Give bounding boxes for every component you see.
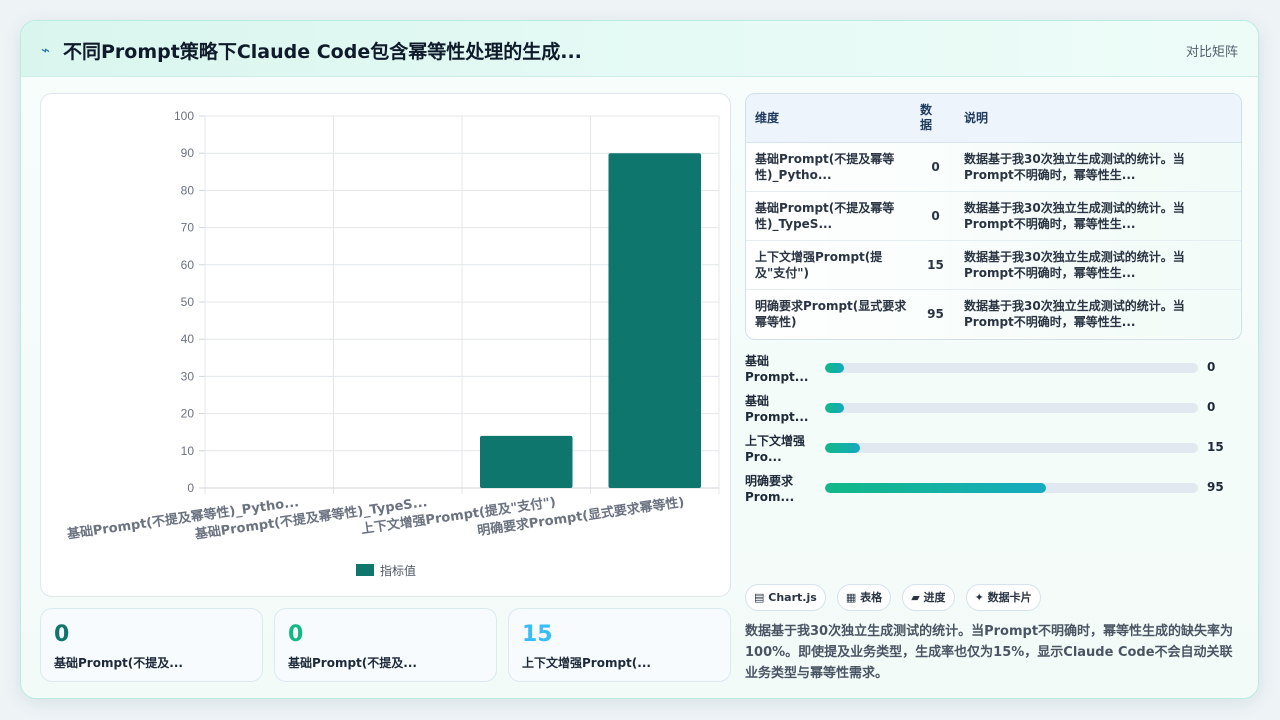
y-tick-label: 90 xyxy=(181,146,195,160)
progress-track xyxy=(825,483,1198,493)
kpi-card: 0 基础Prompt(不提及... xyxy=(274,608,497,682)
kpi-label: 基础Prompt(不提及... xyxy=(288,656,417,670)
tag-list: ▤ Chart.js ▦ 表格 ▰ 进度 ✦ 数据卡片 xyxy=(745,584,1047,611)
bar-chart: 0102030405060708090100基础Prompt(不提及幂等性)_P… xyxy=(65,109,720,578)
table-cell-dim: 明确要求Prompt(显式要求幂等性) xyxy=(755,298,907,329)
table-cell-desc: 数据基于我30次独立生成测试的统计。当Prompt不明确时，幂等性生... xyxy=(955,191,1241,241)
progress-value: 95 xyxy=(1207,480,1224,494)
table-row[interactable]: 上下文增强Prompt(提及"支付") 15 数据基于我30次独立生成测试的统计… xyxy=(746,240,1241,290)
table-cell-dim: 上下文增强Prompt(提及"支付") xyxy=(746,240,916,290)
mode-label[interactable]: 对比矩阵 xyxy=(1186,41,1238,60)
tag-label: 进度 xyxy=(923,591,946,604)
table-row[interactable]: 明确要求Prompt(显式要求幂等性) 95 数据基于我30次独立生成测试的统计… xyxy=(746,289,1241,338)
progress-fill xyxy=(825,443,861,453)
progress-label: 明确要求Prom... xyxy=(745,474,795,504)
table-cell-desc: 数据基于我30次独立生成测试的统计。当Prompt不明确时，幂等性生... xyxy=(964,298,1185,329)
tag-label: 表格 xyxy=(860,591,883,604)
progress-row: 明确要求Prom... 95 xyxy=(745,473,1225,509)
kpi-label: 上下文增强Prompt(... xyxy=(522,656,651,670)
kpi-label: 基础Prompt(不提及... xyxy=(54,656,183,670)
progress-track xyxy=(825,403,1198,413)
sparkle-icon: ✦ xyxy=(974,591,984,604)
progress-label: 基础Prompt... xyxy=(745,394,809,424)
main-card: ⌁ 不同Prompt策略下Claude Code包含幂等性处理的生成... 对比… xyxy=(20,20,1259,699)
table-cell-dim: 基础Prompt(不提及幂等性)_TypeS... xyxy=(746,191,916,241)
progress-label: 基础Prompt... xyxy=(745,354,809,384)
kpi-value: 15 xyxy=(522,622,553,647)
progress-fill xyxy=(825,363,844,373)
y-tick-label: 70 xyxy=(181,221,195,235)
table-icon: ▦ xyxy=(845,591,857,604)
progress-value: 15 xyxy=(1207,440,1224,454)
kpi-card: 0 基础Prompt(不提及... xyxy=(40,608,263,682)
y-tick-label: 80 xyxy=(181,183,195,197)
kpi-value: 0 xyxy=(288,622,304,647)
tag-label: Chart.js xyxy=(768,591,817,604)
progress-track xyxy=(825,363,1198,373)
y-tick-label: 10 xyxy=(181,444,195,458)
data-table: 维度 数据 说明 基础Prompt(不提及幂等性)_Pytho... 0 数据基… xyxy=(745,93,1242,340)
table-cell-num: 0 xyxy=(916,191,955,241)
progress-row: 上下文增强Pro... 15 xyxy=(745,433,1225,469)
y-tick-label: 50 xyxy=(181,295,195,309)
chart-icon: ▤ xyxy=(754,591,765,604)
table-cell-desc: 数据基于我30次独立生成测试的统计。当Prompt不明确时，幂等性生... xyxy=(955,240,1241,290)
legend-swatch xyxy=(356,564,374,576)
progress-value: 0 xyxy=(1207,360,1216,374)
bolt-icon: ⌁ xyxy=(41,41,51,59)
table-cell-num: 0 xyxy=(916,142,955,192)
progress-value: 0 xyxy=(1207,400,1216,414)
y-tick-label: 60 xyxy=(181,258,195,272)
kpi-card: 15 上下文增强Prompt(... xyxy=(508,608,731,682)
tag-chartjs[interactable]: ▤ Chart.js xyxy=(745,584,826,611)
bar xyxy=(608,153,702,488)
progress-fill xyxy=(825,483,1047,493)
tag-table[interactable]: ▦ 表格 xyxy=(836,584,892,611)
table-row[interactable]: 基础Prompt(不提及幂等性)_TypeS... 0 数据基于我30次独立生成… xyxy=(746,191,1241,241)
tag-progress[interactable]: ▰ 进度 xyxy=(902,584,955,611)
tag-label: 数据卡片 xyxy=(987,591,1032,604)
legend-label: 指标值 xyxy=(380,563,416,578)
table-header[interactable]: 数据 xyxy=(916,94,955,143)
progress-row: 基础Prompt... 0 xyxy=(745,353,1225,389)
progress-fill xyxy=(825,403,844,413)
y-tick-label: 20 xyxy=(181,407,195,421)
page-title: 不同Prompt策略下Claude Code包含幂等性处理的生成... xyxy=(63,41,582,63)
bar-chart-panel: 0 10 20 30 40 50 60 70 80 90 100 基础Prompt(不提及幂等性)_P… xyxy=(40,93,731,597)
table-header[interactable]: 维度 xyxy=(746,94,916,143)
y-tick-label: 30 xyxy=(181,369,195,383)
progress-icon: ▰ xyxy=(911,591,920,604)
table-cell-desc: 数据基于我30次独立生成测试的统计。当Prompt不明确时，幂等性生... xyxy=(955,142,1241,192)
progress-track xyxy=(825,443,1198,453)
kpi-value: 0 xyxy=(54,622,70,647)
progress-row: 基础Prompt... 0 xyxy=(745,393,1225,429)
table-header-text: 数据 xyxy=(920,102,933,132)
tag-data-card[interactable]: ✦ 数据卡片 xyxy=(965,584,1041,611)
bar xyxy=(479,435,573,488)
y-tick-label: 0 xyxy=(187,481,194,495)
table-row[interactable]: 基础Prompt(不提及幂等性)_Pytho... 0 数据基于我30次独立生成… xyxy=(746,142,1241,192)
table-cell-num: 15 xyxy=(916,240,955,290)
header: ⌁ 不同Prompt策略下Claude Code包含幂等性处理的生成... 对比… xyxy=(21,21,1258,77)
y-tick-label: 40 xyxy=(181,332,195,346)
table-cell-num: 95 xyxy=(927,306,944,321)
table-cell-dim: 基础Prompt(不提及幂等性)_Pytho... xyxy=(746,142,916,192)
table-header[interactable]: 说明 xyxy=(955,94,1241,143)
summary-note: 数据基于我30次独立生成测试的统计。当Prompt不明确时，幂等性生成的缺失率为… xyxy=(745,624,1234,681)
progress-label: 上下文增强Pro... xyxy=(745,434,806,464)
y-tick-label: 100 xyxy=(174,109,194,123)
